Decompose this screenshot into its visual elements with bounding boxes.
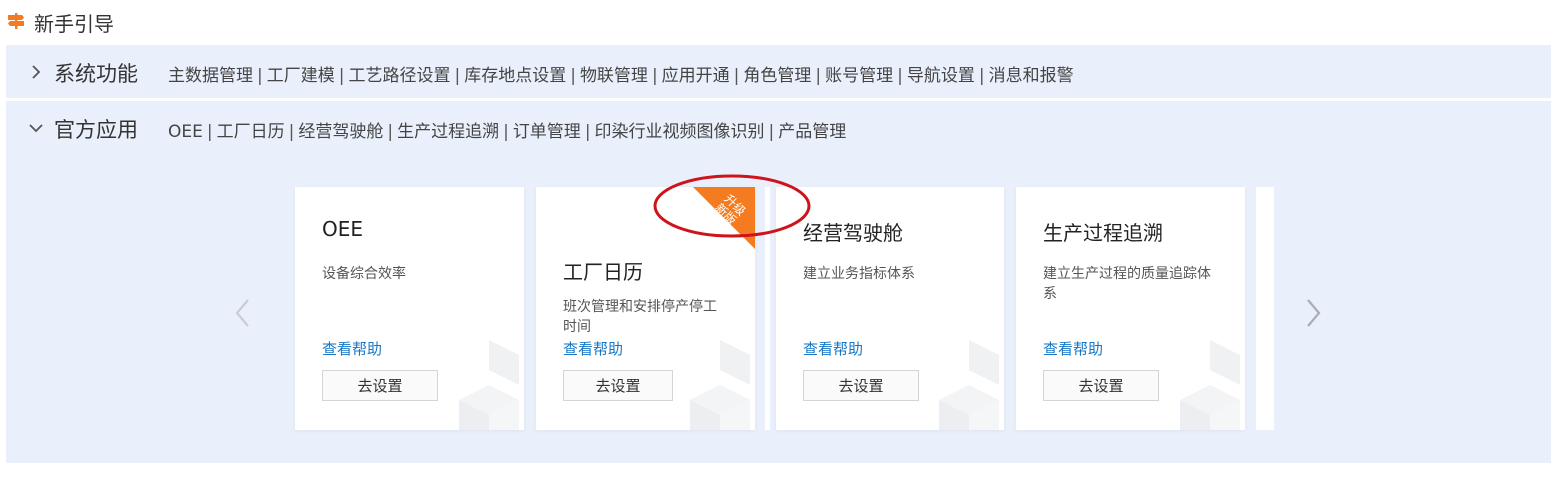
signpost-icon <box>8 13 24 29</box>
chevron-left-icon[interactable] <box>232 297 254 329</box>
link-factory-modeling[interactable]: 工厂建模 <box>267 66 335 86</box>
link-production-trace[interactable]: 生产过程追溯 <box>397 122 499 142</box>
link-business-cockpit[interactable]: 经营驾驶舱 <box>298 122 383 142</box>
app-card-business-cockpit: 经营驾驶舱 建立业务指标体系 查看帮助 去设置 <box>776 187 1004 430</box>
card-description: 班次管理和安排停产停工时间 <box>563 299 717 335</box>
link-role-management[interactable]: 角色管理 <box>743 66 811 86</box>
link-product-management[interactable]: 产品管理 <box>778 122 846 142</box>
help-link[interactable]: 查看帮助 <box>322 338 382 359</box>
card-description: 设备综合效率 <box>322 266 406 282</box>
link-inventory-location[interactable]: 库存地点设置 <box>464 66 566 86</box>
next-card-partial <box>1256 187 1274 430</box>
card-title: 生产过程追溯 <box>1043 221 1163 245</box>
link-oee[interactable]: OEE <box>168 122 203 142</box>
card-gap-strip <box>765 187 770 430</box>
guide-header: 新手引导 <box>0 0 1559 42</box>
card-description: 建立生产过程的质量追踪体系 <box>1043 266 1211 302</box>
setup-button[interactable]: 去设置 <box>322 370 438 401</box>
chevron-down-icon[interactable] <box>26 118 46 138</box>
cube-decoration-icon <box>939 340 999 430</box>
section-links: 主数据管理 | 工厂建模 | 工艺路径设置 | 库存地点设置 | 物联管理 | 应用开通 | 角色管理 |… <box>168 66 1074 86</box>
chevron-right-icon[interactable] <box>26 62 46 82</box>
setup-button[interactable]: 去设置 <box>1043 370 1159 401</box>
setup-button[interactable]: 去设置 <box>803 370 919 401</box>
page-title: 新手引导 <box>34 12 114 36</box>
card-description: 建立业务指标体系 <box>803 266 915 282</box>
help-link[interactable]: 查看帮助 <box>803 338 863 359</box>
app-card-factory-calendar: 工厂日历 班次管理和安排停产停工时间 查看帮助 去设置 升级新版 <box>536 187 755 430</box>
link-account-management[interactable]: 账号管理 <box>825 66 893 86</box>
section-title[interactable]: 官方应用 <box>54 114 138 144</box>
link-factory-calendar[interactable]: 工厂日历 <box>217 122 285 142</box>
section-title[interactable]: 系统功能 <box>54 58 138 88</box>
setup-button[interactable]: 去设置 <box>563 370 673 401</box>
section-links: OEE | 工厂日历 | 经营驾驶舱 | 生产过程追溯 | 订单管理 | 印染行业视频图像识别 | 产品… <box>168 122 847 142</box>
help-link[interactable]: 查看帮助 <box>1043 338 1103 359</box>
chevron-right-icon[interactable] <box>1302 297 1324 329</box>
help-link[interactable]: 查看帮助 <box>563 338 623 359</box>
link-messages-alarms[interactable]: 消息和报警 <box>989 66 1074 86</box>
cube-decoration-icon <box>690 340 750 430</box>
link-navigation-settings[interactable]: 导航设置 <box>907 66 975 86</box>
link-iot-management[interactable]: 物联管理 <box>580 66 648 86</box>
card-title: 经营驾驶舱 <box>803 221 903 245</box>
upgrade-badge: 升级新版 <box>665 187 755 257</box>
link-order-management[interactable]: 订单管理 <box>513 122 581 142</box>
link-dyeing-video-recognition[interactable]: 印染行业视频图像识别 <box>595 122 765 142</box>
section-official-apps[interactable]: 官方应用 OEE | 工厂日历 | 经营驾驶舱 | 生产过程追溯 | 订单管理 | 印染行业视频图像… <box>6 101 1551 154</box>
cube-decoration-icon <box>459 340 519 430</box>
cube-decoration-icon <box>1180 340 1240 430</box>
link-master-data[interactable]: 主数据管理 <box>168 66 253 86</box>
section-system-functions[interactable]: 系统功能 主数据管理 | 工厂建模 | 工艺路径设置 | 库存地点设置 | 物联管理 | 应用开通 |… <box>6 45 1551 98</box>
card-title: OEE <box>322 217 364 241</box>
link-process-route[interactable]: 工艺路径设置 <box>348 66 450 86</box>
link-app-activation[interactable]: 应用开通 <box>662 66 730 86</box>
app-card-oee: OEE 设备综合效率 查看帮助 去设置 <box>295 187 524 430</box>
card-title: 工厂日历 <box>563 260 643 284</box>
app-card-production-trace: 生产过程追溯 建立生产过程的质量追踪体系 查看帮助 去设置 <box>1016 187 1245 430</box>
